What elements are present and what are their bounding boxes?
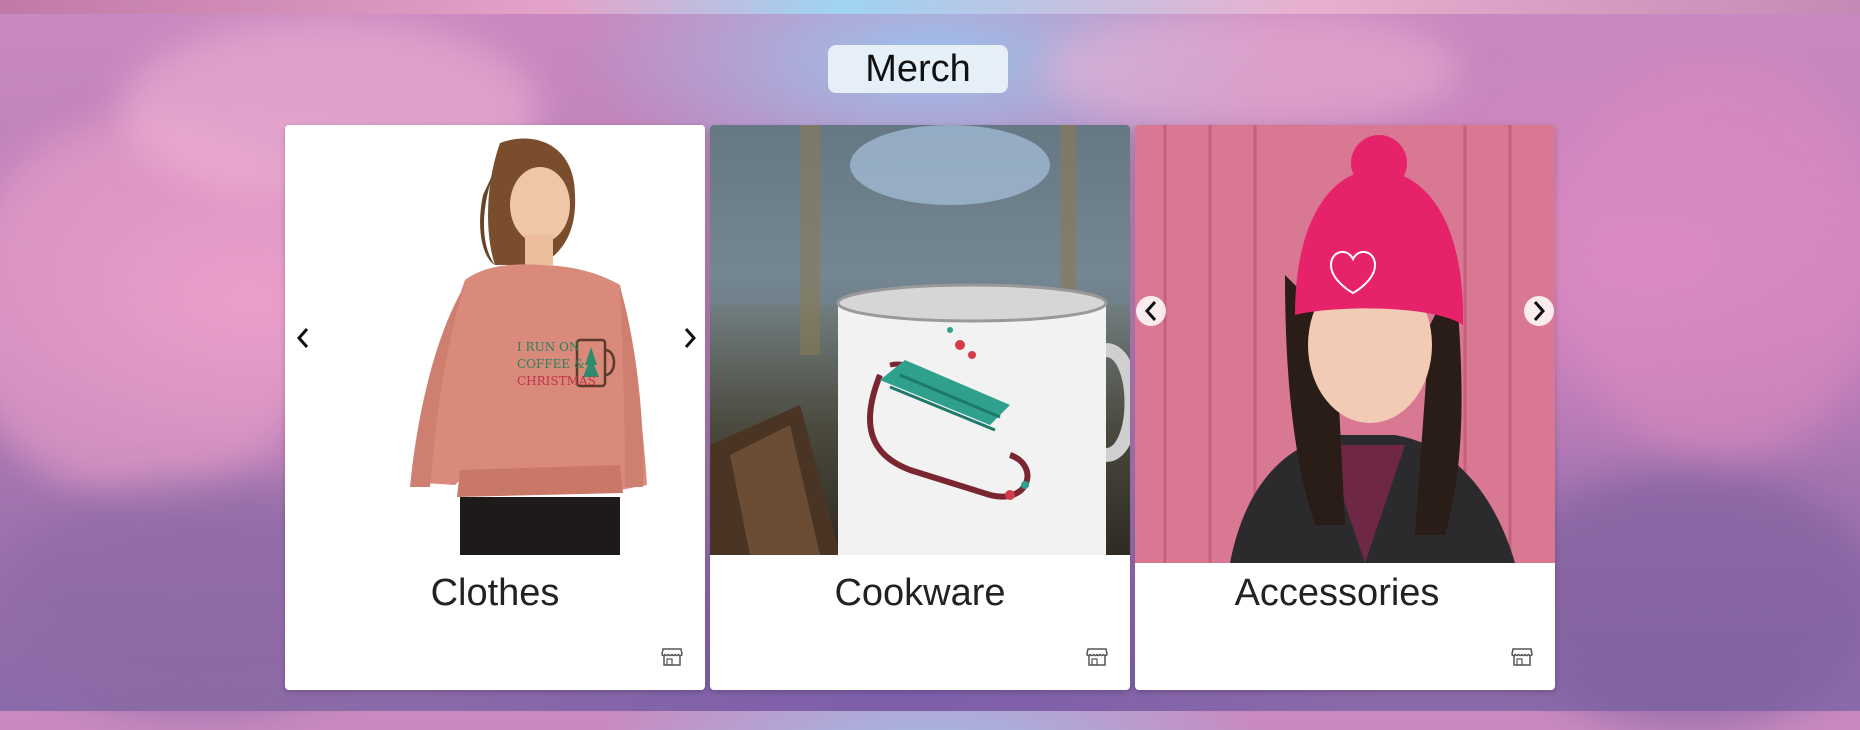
card-title-cookware[interactable]: Cookware [710,572,1130,615]
card-title-clothes[interactable]: Clothes [285,572,705,615]
page-title: Merch [828,45,1008,93]
card-title-accessories[interactable]: Accessories [1135,572,1547,615]
clothes-image: I RUN ON COFFEE & CHRISTMAS [285,125,705,555]
carousel-next-clothes[interactable] [675,323,705,353]
storefront-icon[interactable] [1511,647,1533,667]
carousel-next-accessories[interactable] [1524,296,1554,326]
chevron-left-icon [1144,301,1157,321]
cookware-image [710,125,1130,555]
sweatshirt-line-3: CHRISTMAS [517,374,596,388]
sweatshirt-line-1: I RUN ON [517,340,579,354]
chevron-right-icon [1533,301,1546,321]
chevron-left-icon [296,328,309,348]
card-cookware[interactable]: Cookware [710,125,1130,690]
accessories-image [1135,125,1555,563]
chevron-right-icon [684,328,697,348]
carousel-prev-accessories[interactable] [1136,296,1166,326]
merch-category-cards: I RUN ON COFFEE & CHRISTMAS Clothes Cook… [285,125,1555,690]
sweatshirt-line-2: COFFEE & [517,357,585,371]
storefront-icon[interactable] [1086,647,1108,667]
storefront-icon[interactable] [661,647,683,667]
card-clothes[interactable]: I RUN ON COFFEE & CHRISTMAS Clothes [285,125,705,690]
card-accessories[interactable]: Accessories [1135,125,1555,690]
carousel-prev-clothes[interactable] [288,323,318,353]
